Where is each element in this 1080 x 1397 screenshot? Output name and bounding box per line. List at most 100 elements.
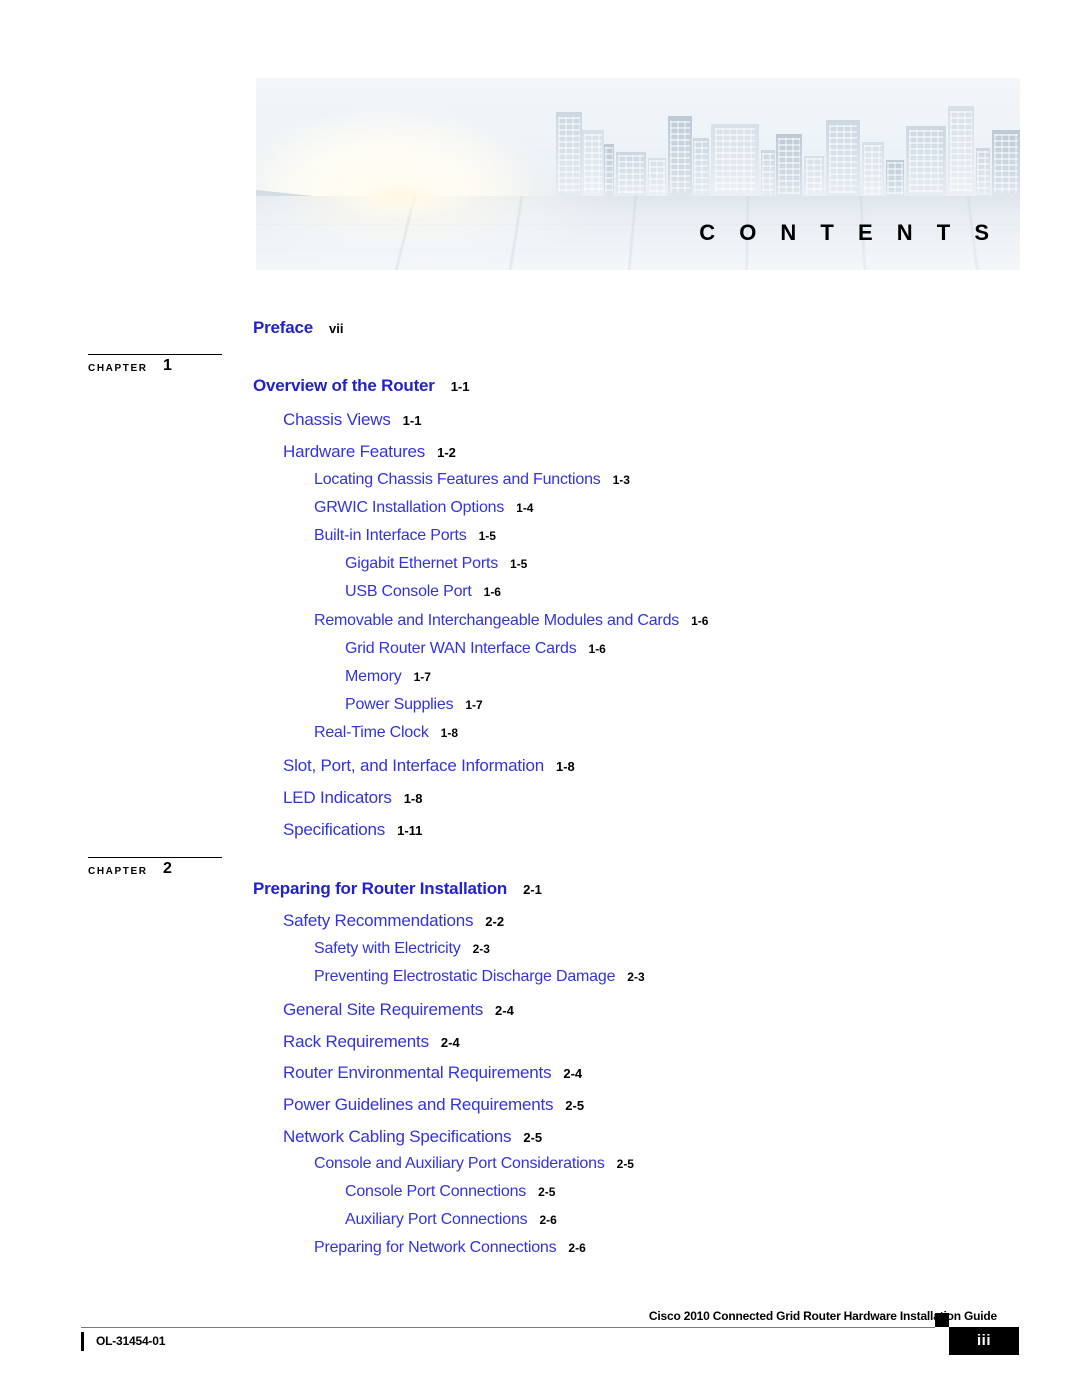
toc-entry-page[interactable]: 2-5: [538, 1185, 555, 1199]
toc-entry[interactable]: Preparing for Network Connections 2-6: [314, 1239, 586, 1257]
toc-entry-page[interactable]: 1-6: [691, 614, 708, 628]
toc-entry[interactable]: Power Guidelines and Requirements 2-5: [283, 1095, 584, 1115]
toc-entry[interactable]: Overview of the Router 1-1: [253, 376, 470, 396]
toc-entry[interactable]: Preparing for Router Installation 2-1: [253, 879, 542, 899]
toc-entry-page[interactable]: 2-5: [523, 1130, 542, 1145]
toc-entry-page[interactable]: 2-5: [565, 1098, 584, 1113]
toc-entry[interactable]: Slot, Port, and Interface Information 1-8: [283, 756, 575, 776]
toc-entry[interactable]: General Site Requirements 2-4: [283, 1000, 514, 1020]
toc-entry[interactable]: Built-in Interface Ports 1-5: [314, 527, 496, 545]
toc-entry[interactable]: Console and Auxiliary Port Consideration…: [314, 1155, 634, 1173]
toc-entry-page[interactable]: 1-6: [484, 585, 501, 599]
toc-entry[interactable]: Auxiliary Port Connections 2-6: [345, 1211, 557, 1229]
toc-entry-title[interactable]: Grid Router WAN Interface Cards: [345, 640, 577, 657]
toc-entry[interactable]: Power Supplies 1-7: [345, 696, 483, 714]
toc-entry-title[interactable]: Power Guidelines and Requirements: [283, 1095, 553, 1114]
toc-entry-title[interactable]: Real-Time Clock: [314, 724, 429, 741]
toc-entry[interactable]: Gigabit Ethernet Ports 1-5: [345, 555, 527, 573]
chapter-rule: [88, 857, 222, 858]
chapter-number: 1: [163, 357, 172, 374]
toc-entry-page[interactable]: vii: [329, 321, 343, 336]
toc-entry-title[interactable]: Console Port Connections: [345, 1183, 526, 1200]
toc-entry-title[interactable]: Chassis Views: [283, 410, 391, 429]
toc-entry[interactable]: Console Port Connections 2-5: [345, 1183, 555, 1201]
toc-entry-page[interactable]: 1-8: [441, 726, 458, 740]
toc-entry-title[interactable]: Memory: [345, 668, 402, 685]
toc-entry-title[interactable]: GRWIC Installation Options: [314, 499, 504, 516]
toc-entry[interactable]: Network Cabling Specifications 2-5: [283, 1127, 542, 1147]
sun-flare: [296, 160, 506, 230]
toc-entry-page[interactable]: 2-4: [563, 1066, 582, 1081]
toc-entry-title[interactable]: Power Supplies: [345, 696, 454, 713]
toc-entry-page[interactable]: 1-2: [437, 445, 456, 460]
toc-entry-title[interactable]: Safety with Electricity: [314, 940, 461, 957]
toc-entry-title[interactable]: General Site Requirements: [283, 1000, 483, 1019]
chapter-label: CHAPTER: [88, 363, 148, 374]
toc-entry[interactable]: Safety with Electricity 2-3: [314, 940, 490, 958]
toc-entry-page[interactable]: 2-3: [627, 970, 644, 984]
toc-entry-page[interactable]: 1-3: [613, 473, 630, 487]
page-number-box: iii: [949, 1327, 1019, 1355]
toc-entry-page[interactable]: 2-3: [473, 942, 490, 956]
toc-entry-page[interactable]: 2-2: [485, 914, 504, 929]
toc-entry-title[interactable]: Hardware Features: [283, 442, 425, 461]
toc-entry[interactable]: Grid Router WAN Interface Cards 1-6: [345, 640, 606, 658]
toc-entry-title[interactable]: Locating Chassis Features and Functions: [314, 471, 601, 488]
toc-entry-title[interactable]: LED Indicators: [283, 788, 392, 807]
toc-entry-title[interactable]: Preparing for Network Connections: [314, 1239, 557, 1256]
toc-entry-title[interactable]: Gigabit Ethernet Ports: [345, 555, 498, 572]
toc-entry-page[interactable]: 1-11: [397, 823, 422, 838]
toc-entry-title[interactable]: Safety Recommendations: [283, 911, 473, 930]
toc-entry-title[interactable]: Preventing Electrostatic Discharge Damag…: [314, 968, 615, 985]
toc-entry-title[interactable]: Preface: [253, 318, 313, 337]
toc-entry[interactable]: LED Indicators 1-8: [283, 788, 423, 808]
toc-entry-page[interactable]: 1-6: [589, 642, 606, 656]
toc-entry[interactable]: Specifications 1-11: [283, 820, 422, 840]
toc-entry[interactable]: Removable and Interchangeable Modules an…: [314, 612, 708, 630]
toc-entry[interactable]: Rack Requirements 2-4: [283, 1032, 460, 1052]
toc-entry-page[interactable]: 1-8: [404, 791, 423, 806]
toc-entry-title[interactable]: Built-in Interface Ports: [314, 527, 467, 544]
toc-entry-title[interactable]: Removable and Interchangeable Modules an…: [314, 612, 679, 629]
toc-entry-page[interactable]: 1-7: [414, 670, 431, 684]
toc-entry[interactable]: Safety Recommendations 2-2: [283, 911, 504, 931]
toc-entry-page[interactable]: 2-4: [441, 1035, 460, 1050]
toc-entry[interactable]: Memory 1-7: [345, 668, 431, 686]
toc-entry-title[interactable]: Preparing for Router Installation: [253, 879, 507, 898]
toc-entry-page[interactable]: 1-5: [510, 557, 527, 571]
toc-entry-page[interactable]: 1-7: [465, 698, 482, 712]
toc-entry[interactable]: USB Console Port 1-6: [345, 583, 501, 601]
toc-entry-page[interactable]: 1-8: [556, 759, 575, 774]
toc-entry[interactable]: Chassis Views 1-1: [283, 410, 421, 430]
toc-entry-title[interactable]: Slot, Port, and Interface Information: [283, 756, 544, 775]
toc-entry[interactable]: Real-Time Clock 1-8: [314, 724, 458, 742]
toc-entry-page[interactable]: 2-5: [617, 1157, 634, 1171]
toc-entry-page[interactable]: 1-1: [451, 379, 470, 394]
toc-entry[interactable]: Preface vii: [253, 318, 344, 338]
chapter-label: CHAPTER: [88, 866, 148, 877]
toc-entry-title[interactable]: Overview of the Router: [253, 376, 435, 395]
toc-entry-page[interactable]: 1-4: [516, 501, 533, 515]
toc-entry[interactable]: Locating Chassis Features and Functions 1…: [314, 471, 630, 489]
toc-entry-page[interactable]: 1-5: [479, 529, 496, 543]
toc-entry-page[interactable]: 1-1: [403, 413, 422, 428]
toc-entry-title[interactable]: Auxiliary Port Connections: [345, 1211, 528, 1228]
page-number: iii: [976, 1332, 991, 1349]
toc-entry-title[interactable]: Router Environmental Requirements: [283, 1063, 552, 1082]
toc-entry[interactable]: Preventing Electrostatic Discharge Damag…: [314, 968, 645, 986]
toc-entry-title[interactable]: Specifications: [283, 820, 385, 839]
toc-entry[interactable]: Hardware Features 1-2: [283, 442, 456, 462]
toc-entry-title[interactable]: Console and Auxiliary Port Consideration…: [314, 1155, 605, 1172]
toc-entry-title[interactable]: USB Console Port: [345, 583, 472, 600]
toc-entry[interactable]: Router Environmental Requirements 2-4: [283, 1063, 582, 1083]
footer-square-marker: [935, 1313, 949, 1327]
toc-entry-page[interactable]: 2-6: [539, 1213, 556, 1227]
toc-entry-page[interactable]: 2-6: [568, 1241, 585, 1255]
toc-entry-title[interactable]: Rack Requirements: [283, 1032, 429, 1051]
chapter-rule: [88, 354, 222, 355]
footer-document-id: OL-31454-01: [96, 1334, 166, 1348]
toc-entry-title[interactable]: Network Cabling Specifications: [283, 1127, 512, 1146]
toc-entry[interactable]: GRWIC Installation Options 1-4: [314, 499, 533, 517]
toc-entry-page[interactable]: 2-1: [523, 882, 542, 897]
toc-entry-page[interactable]: 2-4: [495, 1003, 514, 1018]
